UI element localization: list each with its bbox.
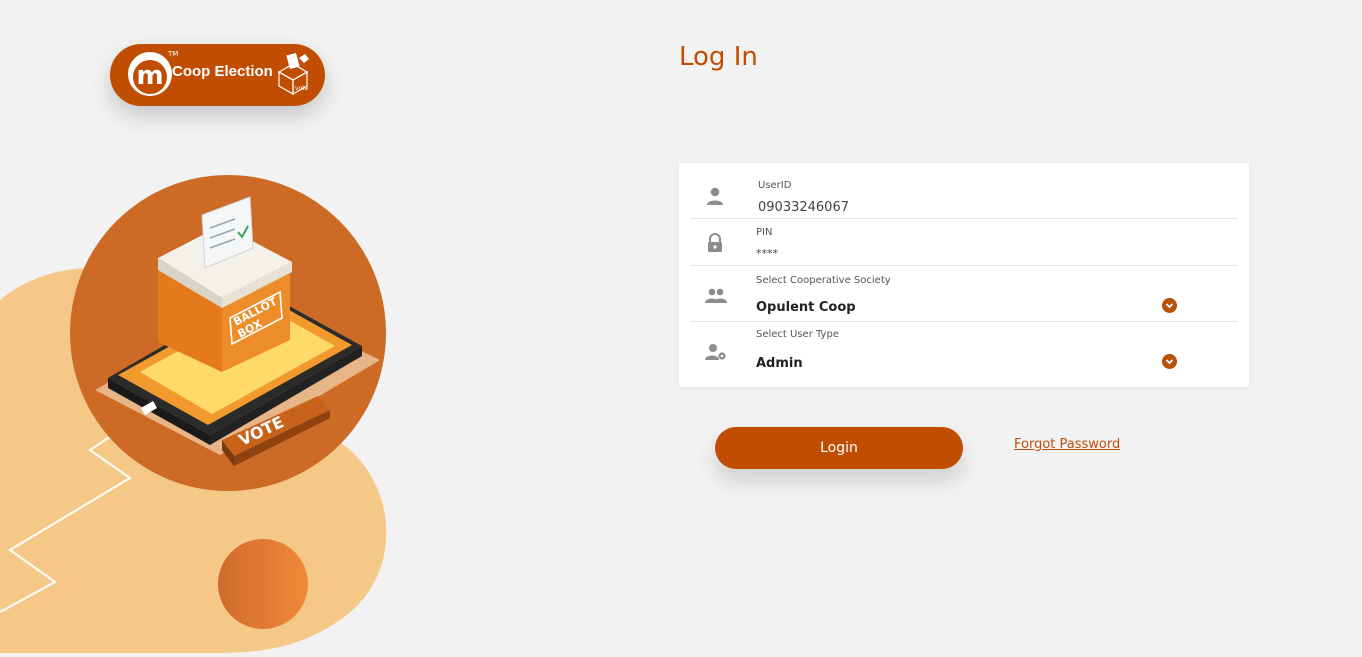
- group-icon: [705, 288, 727, 303]
- chevron-down-icon[interactable]: [1162, 298, 1177, 313]
- ballot-box-icon: vote: [277, 52, 309, 96]
- user-type-value: Admin: [756, 356, 803, 371]
- login-form: UserID 09033246067 PIN **** Select Coope…: [679, 163, 1249, 387]
- user-type-select[interactable]: Select User Type Admin: [679, 322, 1249, 387]
- cooperative-society-select[interactable]: Select Cooperative Society Opulent Coop: [679, 266, 1249, 322]
- user-settings-icon: [705, 344, 726, 360]
- logo-mark: m: [128, 52, 172, 96]
- forgot-password-link[interactable]: Forgot Password: [1014, 437, 1120, 452]
- userid-input[interactable]: 09033246067: [758, 200, 849, 215]
- brand-logo: m TM Coop Election vote: [110, 44, 325, 106]
- logo-text: Coop Election: [172, 63, 273, 80]
- chevron-down-icon[interactable]: [1162, 354, 1177, 369]
- page-title: Log In: [679, 42, 758, 72]
- pin-label: PIN: [756, 227, 773, 238]
- pin-field[interactable]: PIN ****: [679, 219, 1249, 266]
- user-icon: [707, 187, 723, 205]
- illustration: BALLOT BOX VOTE: [0, 0, 640, 654]
- login-button[interactable]: Login: [715, 427, 963, 469]
- logo-trademark: TM: [168, 50, 179, 58]
- ballot-illustration: BALLOT BOX VOTE: [0, 175, 387, 654]
- pin-input[interactable]: ****: [756, 247, 778, 260]
- userid-field[interactable]: UserID 09033246067: [679, 163, 1249, 219]
- lock-icon: [708, 233, 722, 252]
- userid-label: UserID: [758, 180, 792, 191]
- cooperative-society-value: Opulent Coop: [756, 300, 856, 315]
- user-type-label: Select User Type: [756, 329, 839, 340]
- cooperative-society-label: Select Cooperative Society: [756, 275, 891, 286]
- logo-box-label: vote: [295, 85, 309, 92]
